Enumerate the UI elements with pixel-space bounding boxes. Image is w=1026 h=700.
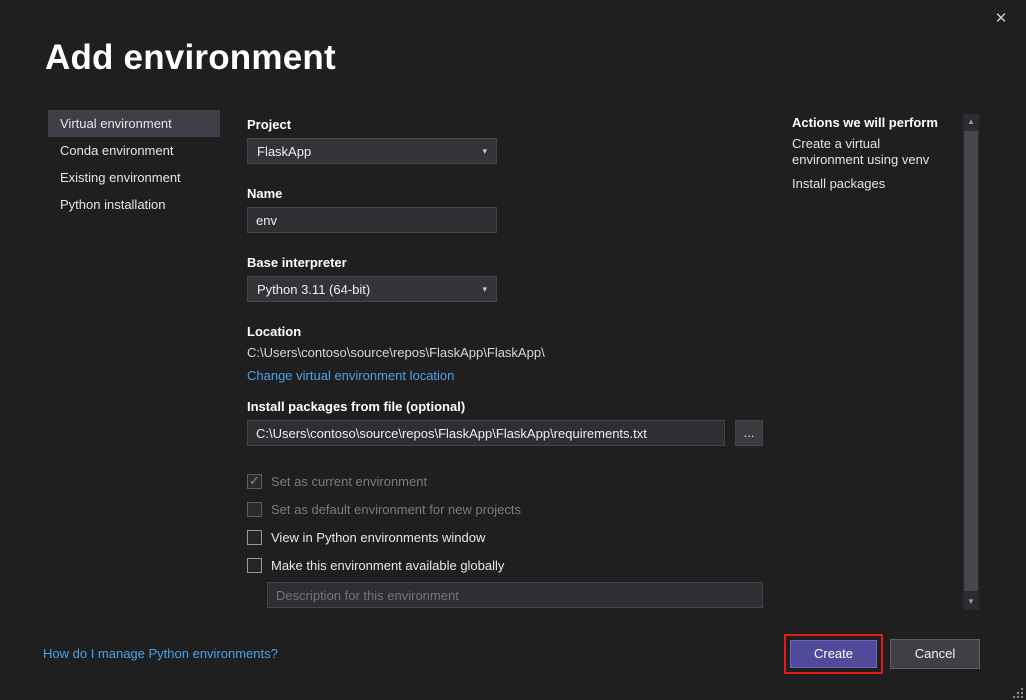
environment-form: Project FlaskApp ▾ Name Base interpreter… — [247, 110, 767, 608]
project-dropdown-value: FlaskApp — [257, 144, 311, 159]
checkbox-box: ✓ — [247, 474, 262, 489]
resize-grip[interactable] — [1012, 686, 1024, 698]
manage-environments-help-link[interactable]: How do I manage Python environments? — [43, 646, 278, 661]
checkbox-label: View in Python environments window — [271, 530, 485, 545]
location-value: C:\Users\contoso\source\repos\FlaskApp\F… — [247, 345, 767, 360]
resize-grip-dots — [1012, 687, 1024, 699]
checkbox-box: ✓ — [247, 530, 262, 545]
checkbox-box: ✓ — [247, 558, 262, 573]
checkbox-label: Set as default environment for new proje… — [271, 502, 521, 517]
checkbox-set-current-environment[interactable]: ✓ Set as current environment — [247, 467, 767, 495]
sidebar-item-existing-environment[interactable]: Existing environment — [48, 164, 220, 191]
base-interpreter-label: Base interpreter — [247, 255, 767, 271]
name-field[interactable] — [247, 207, 497, 233]
project-dropdown[interactable]: FlaskApp ▾ — [247, 138, 497, 164]
checkbox-label: Make this environment available globally — [271, 558, 504, 573]
check-icon: ✓ — [249, 473, 260, 489]
change-location-link[interactable]: Change virtual environment location — [247, 368, 454, 383]
scroll-down-icon[interactable]: ▼ — [963, 594, 979, 610]
checkbox-label: Set as current environment — [271, 474, 427, 489]
actions-panel-item: Create a virtual environment using venv — [792, 136, 954, 168]
options-checkbox-group: ✓ Set as current environment ✓ Set as de… — [247, 467, 767, 579]
create-button[interactable]: Create — [790, 640, 877, 668]
checkbox-box: ✓ — [247, 502, 262, 517]
sidebar-item-virtual-environment[interactable]: Virtual environment — [48, 110, 220, 137]
description-field[interactable] — [267, 582, 763, 608]
cancel-button[interactable]: Cancel — [890, 639, 980, 669]
vertical-scrollbar[interactable]: ▲ ▼ — [963, 114, 979, 610]
base-interpreter-dropdown-value: Python 3.11 (64-bit) — [257, 282, 370, 297]
environment-type-list: Virtual environment Conda environment Ex… — [48, 110, 220, 218]
checkbox-make-globally-available[interactable]: ✓ Make this environment available global… — [247, 551, 767, 579]
base-interpreter-dropdown[interactable]: Python 3.11 (64-bit) ▾ — [247, 276, 497, 302]
close-icon[interactable]: ✕ — [990, 8, 1012, 30]
scroll-up-icon[interactable]: ▲ — [963, 114, 979, 130]
sidebar-item-conda-environment[interactable]: Conda environment — [48, 137, 220, 164]
project-label: Project — [247, 117, 767, 133]
actions-panel: Actions we will perform Create a virtual… — [792, 115, 954, 200]
install-packages-row: ... — [247, 415, 767, 446]
sidebar-item-python-installation[interactable]: Python installation — [48, 191, 220, 218]
scrollbar-thumb[interactable] — [964, 131, 978, 591]
page-title: Add environment — [45, 38, 336, 78]
checkbox-view-environments-window[interactable]: ✓ View in Python environments window — [247, 523, 767, 551]
actions-panel-title: Actions we will perform — [792, 115, 954, 130]
install-packages-label: Install packages from file (optional) — [247, 399, 767, 415]
install-packages-field[interactable] — [247, 420, 725, 446]
browse-button[interactable]: ... — [735, 420, 763, 446]
actions-panel-item: Install packages — [792, 176, 954, 192]
name-label: Name — [247, 186, 767, 202]
checkbox-set-default-environment[interactable]: ✓ Set as default environment for new pro… — [247, 495, 767, 523]
location-label: Location — [247, 324, 767, 340]
chevron-down-icon: ▾ — [482, 146, 487, 157]
chevron-down-icon: ▾ — [482, 284, 487, 295]
add-environment-dialog: ✕ Add environment Virtual environment Co… — [0, 0, 1026, 700]
